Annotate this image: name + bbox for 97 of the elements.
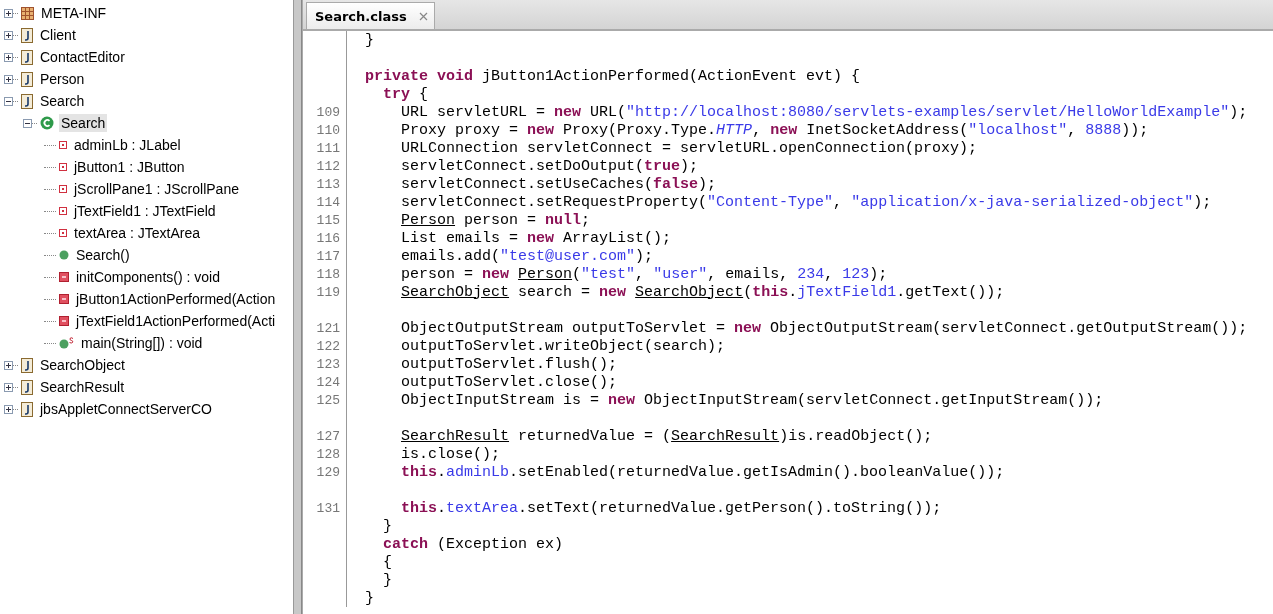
class-icon xyxy=(40,116,54,130)
line-number: 123 xyxy=(316,356,340,372)
field-icon xyxy=(59,229,67,237)
line-number: 115 xyxy=(316,212,340,228)
tree-item[interactable]: Search() xyxy=(74,246,132,264)
line-number: 111 xyxy=(316,140,340,156)
line-number: 121 xyxy=(316,320,340,336)
line-number: 110 xyxy=(316,122,340,138)
code-line: ObjectOutputStream outputToServlet = new ObjectOutputStream(servletConnect.getOutputStream()); xyxy=(400,319,1248,337)
code-line: ObjectInputStream is = new ObjectInputStream(servletConnect.getInputStream()); xyxy=(400,391,1104,409)
line-number: 117 xyxy=(316,248,340,264)
code-line: List emails = new ArrayList(); xyxy=(400,229,672,247)
code-line: person = new Person("test", "user", emails, 234, 123); xyxy=(400,265,888,283)
line-number: 119 xyxy=(316,284,340,300)
expand-icon[interactable] xyxy=(4,30,13,40)
code-line: outputToServlet.close(); xyxy=(400,373,618,391)
line-number: 122 xyxy=(316,338,340,354)
expand-icon[interactable] xyxy=(4,404,13,414)
tree-item[interactable]: jTextField1ActionPerformed(Acti xyxy=(74,312,278,330)
code-line: } xyxy=(382,571,393,589)
method-icon xyxy=(59,272,69,282)
code-line: servletConnect.setDoOutput(true); xyxy=(400,157,699,175)
tree-item[interactable]: Person xyxy=(38,70,87,88)
code-line: URLConnection servletConnect = servletURL.openConnection(proxy); xyxy=(400,139,978,157)
java-file-icon xyxy=(21,27,33,43)
collapse-icon[interactable] xyxy=(4,96,13,106)
line-number: 131 xyxy=(316,500,340,516)
line-number: 128 xyxy=(316,446,340,462)
code-line: servletConnect.setRequestProperty("Content-Type", "application/x-java-serialized-object"); xyxy=(400,193,1212,211)
code-line: try { xyxy=(382,85,429,103)
tree-item[interactable]: jbsAppletConnectServerCO xyxy=(38,400,214,418)
code-line: outputToServlet.writeObject(search); xyxy=(400,337,726,355)
code-line: this.adminLb.setEnabled(returnedValue.getIsAdmin().booleanValue()); xyxy=(400,463,1005,481)
line-number: 125 xyxy=(316,392,340,408)
collapse-icon[interactable] xyxy=(23,118,32,128)
tree-item[interactable]: ContactEditor xyxy=(38,48,127,66)
code-line: Person person = null; xyxy=(400,211,591,229)
java-file-icon xyxy=(21,357,33,373)
line-number: 124 xyxy=(316,374,340,390)
tree-item[interactable]: textArea : JTextArea xyxy=(72,224,203,242)
java-file-icon xyxy=(21,379,33,395)
tree-item[interactable]: jButton1ActionPerformed(Action xyxy=(74,290,278,308)
code-line: catch (Exception ex) xyxy=(382,535,564,553)
code-line: SearchObject search = new SearchObject(this.jTextField1.getText()); xyxy=(400,283,1005,301)
tree-item[interactable]: initComponents() : void xyxy=(74,268,222,286)
code-line: servletConnect.setUseCaches(false); xyxy=(400,175,717,193)
line-number: 129 xyxy=(316,464,340,480)
tree-item[interactable]: jTextField1 : JTextField xyxy=(72,202,218,220)
expand-icon[interactable] xyxy=(4,360,13,370)
line-number: 112 xyxy=(316,158,340,174)
package-icon xyxy=(21,6,34,20)
editor-tab[interactable]: Search.class xyxy=(306,2,435,29)
line-number: 116 xyxy=(316,230,340,246)
expand-icon[interactable] xyxy=(4,382,13,392)
line-number: 113 xyxy=(316,176,340,192)
static-method-icon xyxy=(59,337,74,349)
code-line: } xyxy=(364,31,375,49)
code-line: private void jButton1ActionPerformed(ActionEvent evt) { xyxy=(364,67,861,85)
tree-item[interactable]: jScrollPane1 : JScrollPane xyxy=(72,180,241,198)
code-line: { xyxy=(382,553,393,571)
line-number: 118 xyxy=(316,266,340,282)
code-line: this.textArea.setText(returnedValue.getPerson().toString()); xyxy=(400,499,942,517)
line-number: 127 xyxy=(316,428,340,444)
close-icon[interactable] xyxy=(418,11,428,21)
tree-item[interactable]: jButton1 : JButton xyxy=(72,158,187,176)
code-line: } xyxy=(364,589,375,607)
code-line: Proxy proxy = new Proxy(Proxy.Type.HTTP, new InetSocketAddress("localhost", 8888)); xyxy=(400,121,1149,139)
method-icon xyxy=(59,294,69,304)
tree-item[interactable]: SearchResult xyxy=(38,378,127,396)
java-file-icon xyxy=(21,401,33,417)
tree-item[interactable]: Search xyxy=(38,92,87,110)
expand-icon[interactable] xyxy=(4,52,13,62)
field-icon xyxy=(59,163,67,171)
code-line: outputToServlet.flush(); xyxy=(400,355,618,373)
line-number: 114 xyxy=(316,194,340,210)
field-icon xyxy=(59,185,67,193)
field-icon xyxy=(59,207,67,215)
java-file-icon xyxy=(21,49,33,65)
line-number: 109 xyxy=(316,104,340,120)
tree-item[interactable]: adminLb : JLabel xyxy=(72,136,183,154)
field-icon xyxy=(59,141,67,149)
java-file-icon xyxy=(21,93,33,109)
code-line: is.close(); xyxy=(400,445,501,463)
java-file-icon xyxy=(21,71,33,87)
code-line: URL servletURL = new URL("http://localhost:8080/servlets-examples/servlet/HelloWorldExample"); xyxy=(400,103,1248,121)
code-line: SearchResult returnedValue = (SearchResult)is.readObject(); xyxy=(400,427,933,445)
expand-icon[interactable] xyxy=(4,74,13,84)
tree-item[interactable]: main(String[]) : void xyxy=(79,334,205,352)
tree-item[interactable]: SearchObject xyxy=(38,356,127,374)
code-line: emails.add("test@user.com"); xyxy=(400,247,654,265)
constructor-icon xyxy=(59,250,69,260)
expand-icon[interactable] xyxy=(4,8,13,18)
tree-item[interactable]: META-INF xyxy=(39,4,109,22)
code-line: } xyxy=(382,517,393,535)
method-icon xyxy=(59,316,69,326)
tree-item[interactable]: Search xyxy=(59,114,108,132)
tree-item[interactable]: Client xyxy=(38,26,78,44)
